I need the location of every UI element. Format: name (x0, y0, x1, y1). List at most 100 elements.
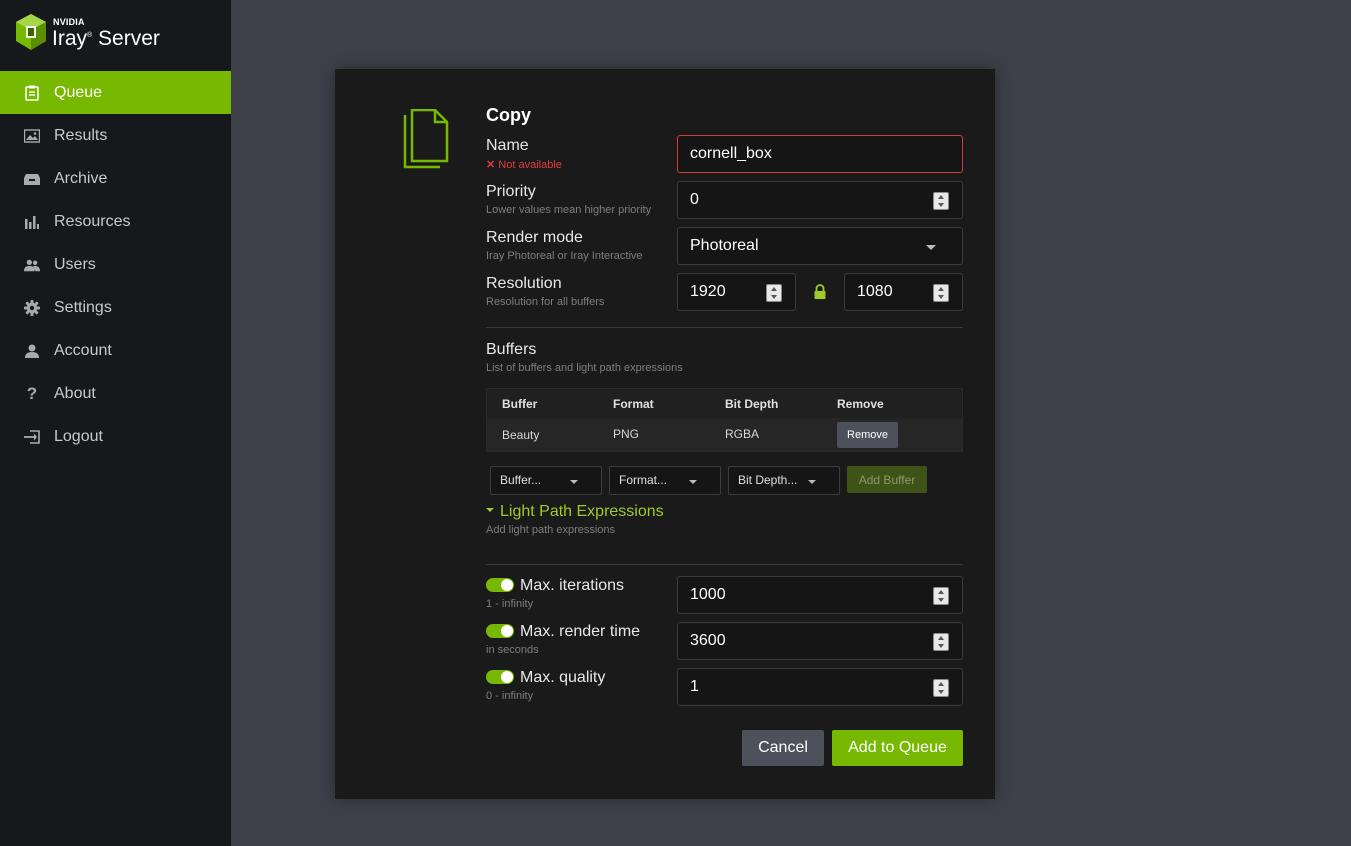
name-label: Name (486, 137, 529, 154)
sidebar-item-label: Results (54, 126, 108, 144)
render-mode-select[interactable]: Photoreal (677, 227, 963, 265)
question-icon: ? (26, 383, 38, 403)
name-error: ✕ Not available (486, 158, 562, 171)
lpe-label: Light Path Expressions (500, 503, 664, 520)
logo-product: Iray® Server (52, 27, 160, 50)
image-icon (24, 128, 40, 144)
priority-field[interactable] (677, 181, 963, 219)
chevron-down-icon (808, 480, 816, 484)
max-quality-field[interactable] (677, 668, 963, 706)
sidebar-item-about[interactable]: ? About (0, 372, 231, 415)
resolution-height-input[interactable] (857, 283, 927, 301)
format-select-value: Format... (619, 473, 668, 487)
resolution-width-field[interactable] (677, 273, 796, 311)
lock-icon[interactable] (813, 284, 827, 299)
lpe-hint: Add light path expressions (486, 524, 616, 536)
max-quality-input[interactable] (690, 678, 890, 696)
light-path-expressions-toggle[interactable]: Light Path Expressions (486, 503, 664, 521)
iray-cube-logo-icon (16, 14, 46, 50)
sidebar-item-label: Logout (54, 427, 103, 445)
copy-document-icon (403, 109, 449, 169)
divider (486, 564, 963, 565)
max-iterations-hint: 1 - infinity (486, 598, 534, 610)
buffer-select[interactable]: Buffer... (490, 466, 602, 495)
buffers-table: Buffer Format Bit Depth Remove Beauty PN… (486, 388, 963, 452)
resolution-hint: Resolution for all buffers (486, 296, 605, 308)
priority-stepper[interactable] (933, 192, 949, 210)
sidebar-item-results[interactable]: Results (0, 114, 231, 157)
max-render-time-label: Max. render time (520, 623, 641, 640)
sidebar-item-label: Users (54, 255, 96, 273)
column-header-remove: Remove (837, 397, 884, 411)
priority-hint: Lower values mean higher priority (486, 204, 652, 216)
name-error-text: Not available (498, 159, 562, 171)
max-render-time-toggle[interactable] (486, 624, 514, 638)
max-render-time-hint: in seconds (486, 644, 539, 656)
max-iterations-toggle[interactable] (486, 578, 514, 592)
logo-company: NVIDIA (53, 17, 85, 27)
max-iterations-stepper[interactable] (933, 587, 949, 605)
sidebar-item-label: Settings (54, 298, 112, 316)
priority-input[interactable] (690, 191, 890, 209)
error-x-icon: ✕ (486, 159, 496, 171)
max-render-time-stepper[interactable] (933, 633, 949, 651)
table-row: Beauty PNG RGBA Remove (487, 418, 962, 451)
sidebar-item-resources[interactable]: Resources (0, 200, 231, 243)
clipboard-icon (24, 85, 40, 101)
copy-dialog: Copy Name ✕ Not available Priority Lower… (335, 69, 995, 799)
sidebar: NVIDIA Iray® Server Queue Results Archiv… (0, 0, 231, 846)
sidebar-item-label: About (54, 384, 96, 402)
bar-chart-icon (24, 214, 40, 230)
name-field[interactable] (677, 135, 963, 173)
sidebar-item-label: Queue (54, 83, 103, 101)
sidebar-item-label: Resources (54, 212, 131, 230)
sidebar-item-label: Archive (54, 169, 108, 187)
add-buffer-button[interactable]: Add Buffer (847, 466, 927, 493)
bit-depth-select-value: Bit Depth... (738, 473, 798, 487)
resolution-height-stepper[interactable] (933, 284, 949, 302)
render-mode-label: Render mode (486, 229, 583, 246)
max-iterations-label: Max. iterations (520, 577, 625, 594)
max-quality-stepper[interactable] (933, 679, 949, 697)
chevron-down-icon (570, 480, 578, 484)
logo-product-suffix: Server (98, 27, 160, 50)
divider (486, 327, 963, 328)
max-quality-toggle[interactable] (486, 670, 514, 684)
max-quality-hint: 0 - infinity (486, 690, 534, 702)
max-render-time-input[interactable] (690, 632, 890, 650)
priority-label: Priority (486, 183, 536, 200)
max-iterations-field[interactable] (677, 576, 963, 614)
logout-icon (24, 429, 40, 445)
cancel-button[interactable]: Cancel (742, 730, 824, 766)
format-select[interactable]: Format... (609, 466, 721, 495)
sidebar-nav: Queue Results Archive Resources Users Se… (0, 71, 231, 458)
cell-format: PNG (613, 427, 640, 441)
sidebar-item-logout[interactable]: Logout (0, 415, 231, 458)
chevron-down-icon (689, 480, 697, 484)
logo: NVIDIA Iray® Server (14, 13, 214, 51)
max-render-time-field[interactable] (677, 622, 963, 660)
render-mode-value: Photoreal (690, 237, 759, 254)
sidebar-item-account[interactable]: Account (0, 329, 231, 372)
sidebar-item-settings[interactable]: Settings (0, 286, 231, 329)
user-icon (24, 343, 40, 359)
add-to-queue-button[interactable]: Add to Queue (832, 730, 963, 766)
buffers-hint: List of buffers and light path expressio… (486, 362, 683, 374)
resolution-height-field[interactable] (844, 273, 963, 311)
sidebar-item-label: Account (54, 341, 112, 359)
sidebar-item-queue[interactable]: Queue (0, 71, 231, 114)
dialog-title: Copy (486, 105, 531, 125)
gear-icon (24, 299, 40, 316)
name-input[interactable] (690, 145, 890, 163)
bit-depth-select[interactable]: Bit Depth... (728, 466, 840, 495)
remove-buffer-button[interactable]: Remove (837, 422, 898, 448)
sidebar-item-users[interactable]: Users (0, 243, 231, 286)
sidebar-item-archive[interactable]: Archive (0, 157, 231, 200)
buffer-select-value: Buffer... (500, 473, 542, 487)
column-header-buffer: Buffer (502, 397, 538, 411)
resolution-width-stepper[interactable] (766, 284, 782, 302)
cell-buffer: Beauty (502, 428, 540, 442)
max-iterations-input[interactable] (690, 586, 890, 604)
archive-box-icon (24, 171, 40, 187)
resolution-width-input[interactable] (690, 283, 760, 301)
